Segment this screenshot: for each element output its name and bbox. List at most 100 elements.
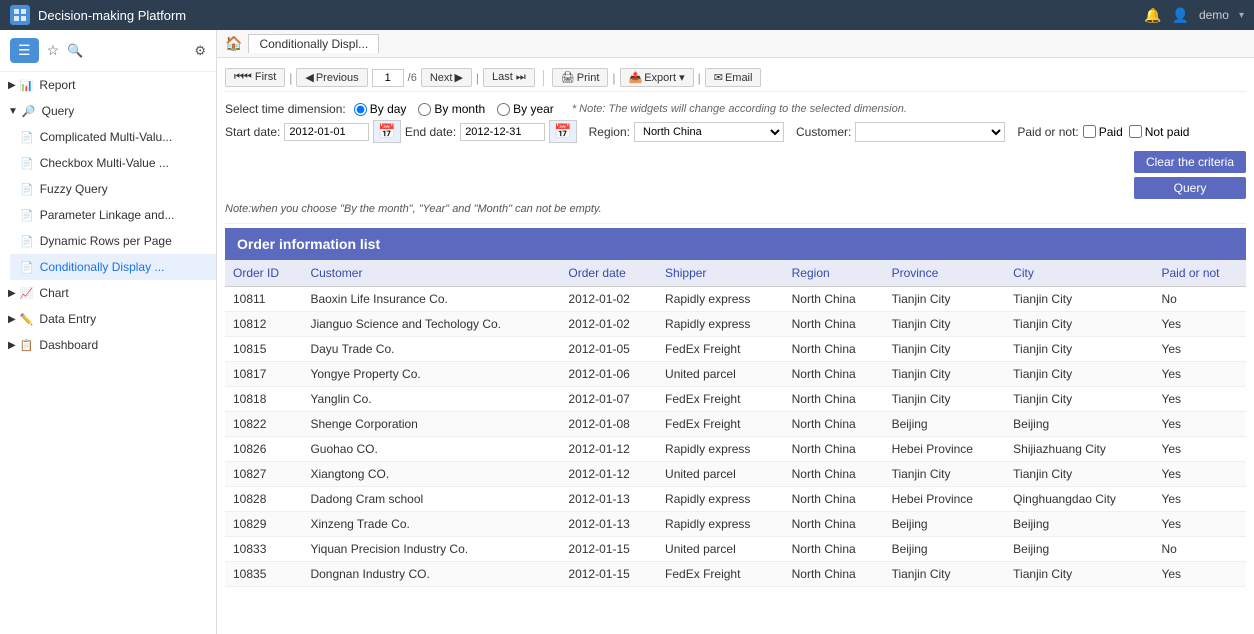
first-button[interactable]: ⏮ ⏮ First <box>225 68 285 87</box>
next-label: Next <box>430 72 453 84</box>
customer-label: Customer: <box>796 125 851 139</box>
sidebar-menu-button[interactable]: ☰ <box>10 38 39 63</box>
nav-divider-3: | <box>612 71 615 85</box>
sidebar-item-dynamic[interactable]: 📄 Dynamic Rows per Page <box>10 228 216 254</box>
time-dimension-group: By day By month By year <box>354 102 554 116</box>
report-label: Report <box>39 78 75 92</box>
by-year-option[interactable]: By year <box>497 102 554 116</box>
cell-2: 2012-01-13 <box>560 512 657 537</box>
cell-4: North China <box>784 412 884 437</box>
dashboard-label: Dashboard <box>39 338 98 352</box>
cell-2: 2012-01-02 <box>560 287 657 312</box>
end-date-label: End date: <box>405 125 456 139</box>
paid-checkbox[interactable] <box>1083 125 1096 138</box>
last-button[interactable]: Last ⏭ <box>483 68 535 87</box>
query-button[interactable]: Query <box>1134 177 1246 199</box>
dataentry-label: Data Entry <box>39 312 96 326</box>
by-year-radio[interactable] <box>497 103 510 116</box>
sidebar-settings-icon[interactable]: ⚙ <box>194 43 206 59</box>
cell-1: Dadong Cram school <box>302 487 560 512</box>
fuzzy-icon: 📄 <box>20 183 34 196</box>
end-date-cal-button[interactable]: 📅 <box>549 120 576 143</box>
filter-note-row: Note:when you choose "By the month", "Ye… <box>225 203 1246 215</box>
by-day-label: By day <box>370 102 407 116</box>
sidebar-item-query[interactable]: ▼ 🔎 Query <box>0 98 216 124</box>
email-button[interactable]: ✉ Email <box>705 68 762 87</box>
sidebar-item-complicated[interactable]: 📄 Complicated Multi-Valu... <box>10 124 216 150</box>
cell-7: Yes <box>1153 562 1246 587</box>
region-label: Region: <box>589 125 630 139</box>
paid-option[interactable]: Paid <box>1083 125 1123 139</box>
cell-0: 10817 <box>225 362 302 387</box>
cell-4: North China <box>784 487 884 512</box>
cell-1: Shenge Corporation <box>302 412 560 437</box>
sidebar-search-icon[interactable]: 🔍 <box>67 43 83 59</box>
app-logo <box>10 5 30 25</box>
start-date-label: Start date: <box>225 125 280 139</box>
sidebar-item-dataentry[interactable]: ▶ ✏️ Data Entry <box>0 306 216 332</box>
cell-3: Rapidly express <box>657 312 784 337</box>
notification-icon[interactable]: 🔔 <box>1144 7 1161 24</box>
cell-7: Yes <box>1153 437 1246 462</box>
cell-4: North China <box>784 312 884 337</box>
paid-label: Paid or not: <box>1017 125 1078 139</box>
page-number-input[interactable]: 1 <box>372 69 404 87</box>
main-layout: ☰ ☆ 🔍 ⚙ ▶ 📊 Report ▼ 🔎 Query 📄 Complicat… <box>0 30 1254 634</box>
user-menu-arrow[interactable]: ▾ <box>1239 10 1244 21</box>
cell-2: 2012-01-15 <box>560 537 657 562</box>
region-select[interactable]: North China South China East China West … <box>634 122 784 142</box>
breadcrumb-tab[interactable]: Conditionally Displ... <box>248 34 379 53</box>
cell-6: Beijing <box>1005 412 1153 437</box>
sidebar-star-icon[interactable]: ☆ <box>47 42 60 59</box>
cell-4: North China <box>784 462 884 487</box>
start-date-input[interactable] <box>284 123 369 141</box>
export-label: Export ▾ <box>644 71 684 84</box>
not-paid-checkbox[interactable] <box>1129 125 1142 138</box>
cell-5: Tianjin City <box>884 362 1006 387</box>
cell-7: Yes <box>1153 312 1246 337</box>
user-name[interactable]: demo <box>1199 8 1229 22</box>
start-date-cal-button[interactable]: 📅 <box>373 120 400 143</box>
print-button[interactable]: 🖨 Print <box>552 68 609 87</box>
by-month-radio[interactable] <box>418 103 431 116</box>
cell-5: Hebei Province <box>884 437 1006 462</box>
customer-select[interactable] <box>855 122 1005 142</box>
sidebar-item-chart[interactable]: ▶ 📈 Chart <box>0 280 216 306</box>
sidebar-item-report[interactable]: ▶ 📊 Report <box>0 72 216 98</box>
cell-3: United parcel <box>657 537 784 562</box>
cell-0: 10826 <box>225 437 302 462</box>
cell-5: Tianjin City <box>884 462 1006 487</box>
paid-label-text: Paid <box>1099 125 1123 139</box>
user-avatar[interactable]: 👤 <box>1172 7 1189 24</box>
col-paid: Paid or not <box>1153 260 1246 287</box>
sidebar-item-fuzzy[interactable]: 📄 Fuzzy Query <box>10 176 216 202</box>
dashboard-folder-icon: 📋 <box>20 339 34 352</box>
cell-5: Tianjin City <box>884 287 1006 312</box>
cell-5: Tianjin City <box>884 562 1006 587</box>
clear-criteria-button[interactable]: Clear the criteria <box>1134 151 1246 173</box>
nav-divider-1: | <box>289 71 292 85</box>
cell-4: North China <box>784 437 884 462</box>
sidebar-item-conditionally[interactable]: 📄 Conditionally Display ... <box>10 254 216 280</box>
not-paid-option[interactable]: Not paid <box>1129 125 1190 139</box>
table-container: Order information list Order ID Customer… <box>225 228 1246 587</box>
cell-0: 10829 <box>225 512 302 537</box>
by-month-option[interactable]: By month <box>418 102 485 116</box>
next-button[interactable]: Next ▶ <box>421 68 472 87</box>
sidebar-item-parameter[interactable]: 📄 Parameter Linkage and... <box>10 202 216 228</box>
topbar: Decision-making Platform 🔔 👤 demo ▾ <box>0 0 1254 30</box>
previous-button[interactable]: ◀ Previous <box>296 68 367 87</box>
sidebar-item-dashboard[interactable]: ▶ 📋 Dashboard <box>0 332 216 358</box>
prev-icon: ◀ <box>305 71 313 84</box>
next-icon: ▶ <box>454 71 462 84</box>
sidebar-item-checkbox[interactable]: 📄 Checkbox Multi-Value ... <box>10 150 216 176</box>
export-button[interactable]: 📤 Export ▾ <box>620 68 694 87</box>
table-body: 10811Baoxin Life Insurance Co.2012-01-02… <box>225 287 1246 587</box>
breadcrumb-home-icon[interactable]: 🏠 <box>225 35 242 52</box>
by-day-option[interactable]: By day <box>354 102 407 116</box>
cell-1: Baoxin Life Insurance Co. <box>302 287 560 312</box>
dataentry-arrow-icon: ▶ <box>8 314 16 325</box>
by-day-radio[interactable] <box>354 103 367 116</box>
cell-6: Tianjin City <box>1005 337 1153 362</box>
end-date-input[interactable] <box>460 123 545 141</box>
